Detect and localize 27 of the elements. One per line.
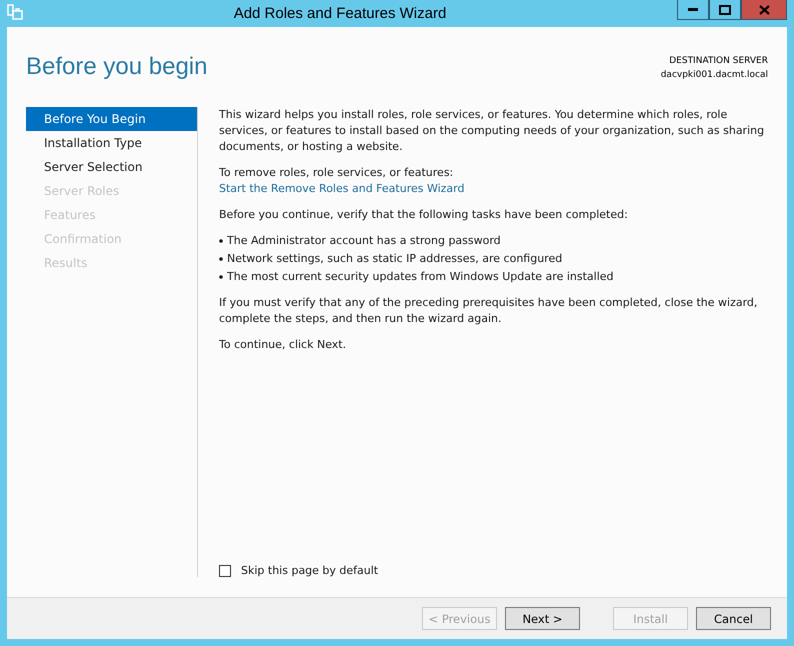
server-manager-icon xyxy=(7,4,23,21)
destination-server: dacvpki001.dacmt.local xyxy=(660,69,768,82)
maximize-button[interactable] xyxy=(709,0,741,20)
wizard-step[interactable]: Before You Begin xyxy=(26,107,197,131)
wizard-step[interactable]: Installation Type xyxy=(26,131,197,155)
remove-wizard-link[interactable]: Start the Remove Roles and Features Wizard xyxy=(219,181,769,197)
page-title: Before you begin xyxy=(26,53,208,82)
skip-label: Skip this page by default xyxy=(241,563,378,579)
close-icon xyxy=(758,4,770,14)
task-item: Network settings, such as static IP addresses, are configured xyxy=(227,251,562,267)
skip-checkbox[interactable] xyxy=(219,565,231,577)
continue-text: To continue, click Next. xyxy=(219,337,348,353)
destination-label: DESTINATION SERVER xyxy=(669,55,768,68)
remove-label: To remove roles, role services, or features: xyxy=(219,165,454,181)
intro-text: This wizard helps you install roles, role services, or features. You determine which roles, role services, or features to install based on the computing needs of your organization, such as sharing documents, or hosting a website. xyxy=(219,107,766,155)
task-item: The Administrator account has a strong password xyxy=(227,233,501,249)
wizard-step[interactable]: Server Selection xyxy=(26,155,197,179)
verify-text: Before you continue, verify that the following tasks have been completed: xyxy=(219,207,629,223)
close-button[interactable] xyxy=(741,0,787,20)
window-title: Add Roles and Features Wizard xyxy=(232,5,448,22)
minimize-icon xyxy=(688,8,698,12)
minimize-button[interactable] xyxy=(677,0,709,20)
task-item: The most current security updates from Windows Update are installed xyxy=(227,269,614,285)
wizard-button[interactable]: Cancel xyxy=(696,607,771,630)
prerequisite-text: If you must verify that any of the preceding prerequisites have been completed, close the wizard, complete the steps, and then run the wizard again. xyxy=(219,295,758,327)
maximize-icon xyxy=(719,4,731,14)
wizard-button[interactable]: Next > xyxy=(505,607,580,630)
